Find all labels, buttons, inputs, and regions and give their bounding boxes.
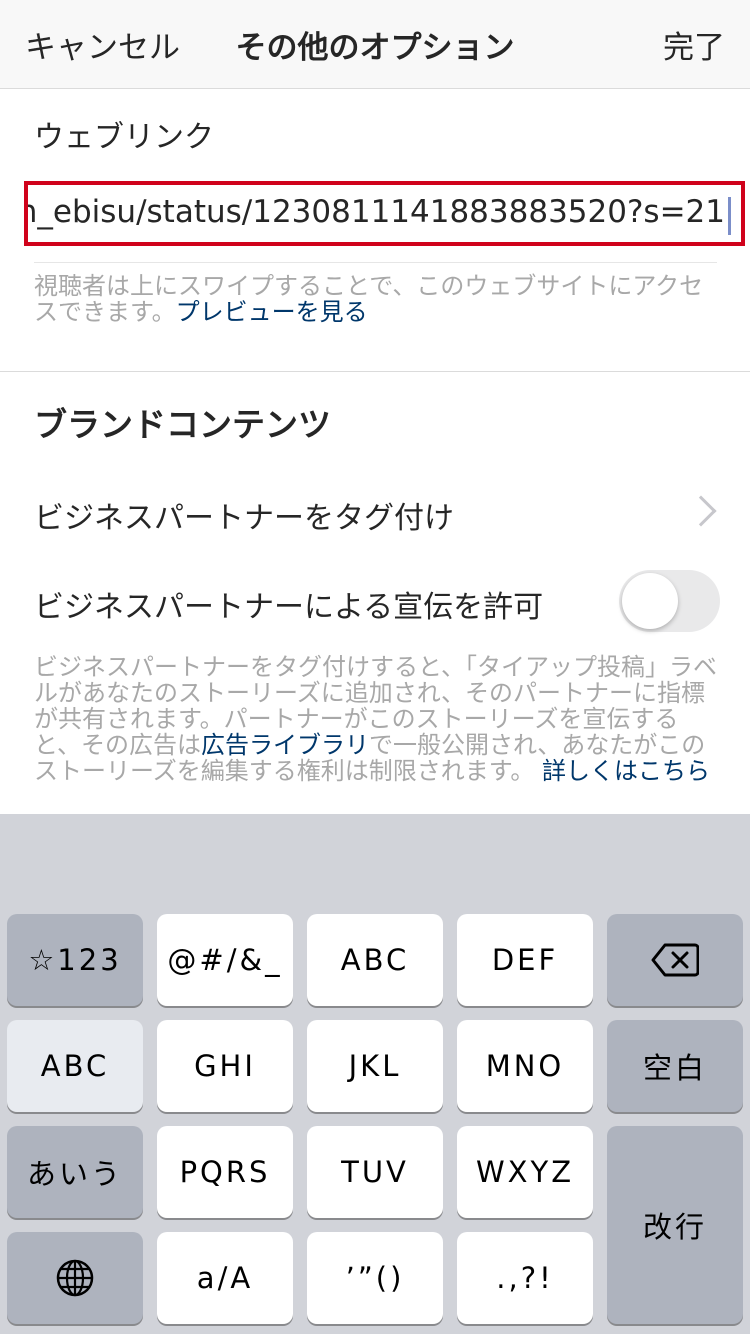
key-mno[interactable]: MNO bbox=[457, 1020, 593, 1112]
weblink-url-value: en_ebisu/status/1230811141883883520?s=21 bbox=[24, 194, 725, 230]
allow-promotion-row: ビジネスパートナーによる宣伝を許可 bbox=[0, 566, 750, 636]
toggle-knob bbox=[622, 573, 678, 629]
backspace-key[interactable] bbox=[607, 914, 743, 1006]
done-button[interactable]: 完了 bbox=[663, 22, 725, 67]
allow-promotion-toggle[interactable] bbox=[619, 570, 720, 632]
symbols-mode-key[interactable]: ☆123 bbox=[7, 914, 143, 1006]
key-punctuation[interactable]: .,?! bbox=[457, 1232, 593, 1324]
key-pqrs[interactable]: PQRS bbox=[157, 1126, 293, 1218]
kana-mode-key[interactable]: あいう bbox=[7, 1126, 143, 1218]
brand-content-description: ビジネスパートナーをタグ付けすると、「タイアップ投稿」ラベルがあなたのストーリー… bbox=[34, 654, 724, 784]
key-tuv[interactable]: TUV bbox=[307, 1126, 443, 1218]
tag-business-partner-row[interactable]: ビジネスパートナーをタグ付け bbox=[0, 477, 750, 547]
tag-business-partner-label: ビジネスパートナーをタグ付け bbox=[34, 501, 454, 536]
space-key[interactable]: 空白 bbox=[607, 1020, 743, 1112]
chevron-right-icon bbox=[685, 495, 717, 527]
backspace-icon bbox=[651, 943, 699, 977]
keyboard: ☆123 @#/&_ ABC DEF ABC GHI JKL MNO 空白 あい… bbox=[0, 814, 750, 1334]
divider bbox=[34, 262, 717, 263]
nav-bar: キャンセル その他のオプション 完了 bbox=[0, 0, 750, 89]
key-quotes[interactable]: ’”() bbox=[307, 1232, 443, 1324]
return-key[interactable]: 改行 bbox=[607, 1126, 743, 1324]
key-abc[interactable]: ABC bbox=[307, 914, 443, 1006]
text-caret bbox=[728, 197, 731, 235]
abc-mode-key[interactable]: ABC bbox=[7, 1020, 143, 1112]
key-symbols[interactable]: @#/&_ bbox=[157, 914, 293, 1006]
key-wxyz[interactable]: WXYZ bbox=[457, 1126, 593, 1218]
learn-more-link[interactable]: 詳しくはこちら bbox=[542, 757, 710, 785]
weblink-label: ウェブリンク bbox=[34, 120, 214, 155]
brand-content-title: ブランドコンテンツ bbox=[34, 405, 331, 444]
key-ghi[interactable]: GHI bbox=[157, 1020, 293, 1112]
section-divider bbox=[0, 371, 750, 372]
ad-library-link[interactable]: 広告ライブラリ bbox=[201, 731, 369, 759]
weblink-helper-text: 視聴者は上にスワイプすることで、このウェブサイトにアクセスできます。プレビューを… bbox=[34, 273, 724, 325]
allow-promotion-label: ビジネスパートナーによる宣伝を許可 bbox=[34, 590, 544, 625]
weblink-url-input[interactable]: en_ebisu/status/1230811141883883520?s=21 bbox=[24, 181, 745, 246]
cancel-button[interactable]: キャンセル bbox=[25, 22, 180, 67]
helper-text: 視聴者は上にスワイプすることで、このウェブサイトにアクセスできます。 bbox=[34, 272, 704, 326]
globe-key[interactable] bbox=[7, 1232, 143, 1324]
key-jkl[interactable]: JKL bbox=[307, 1020, 443, 1112]
case-key[interactable]: a/A bbox=[157, 1232, 293, 1324]
key-def[interactable]: DEF bbox=[457, 914, 593, 1006]
preview-link[interactable]: プレビューを見る bbox=[176, 298, 368, 326]
globe-icon bbox=[56, 1259, 94, 1297]
